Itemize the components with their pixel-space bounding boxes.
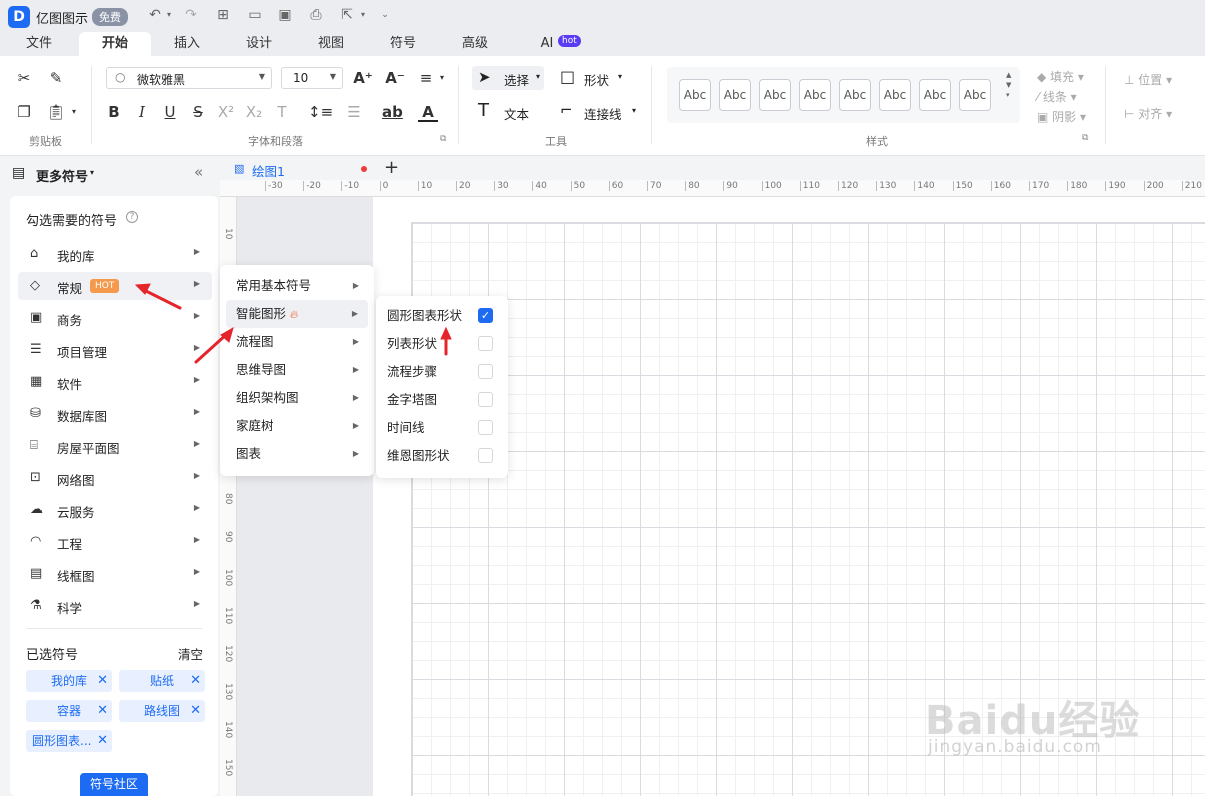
red-arrow-icon	[134, 283, 452, 364]
annotation-arrows	[134, 283, 452, 364]
watermark-url: jingyan.baidu.com	[928, 737, 1102, 757]
